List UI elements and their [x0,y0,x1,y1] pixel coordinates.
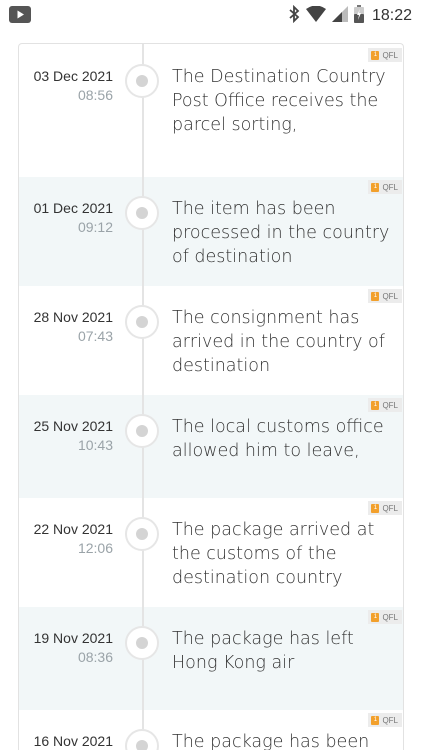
event-time: 08:56 [77,87,113,103]
source-badge: 1 QFL [368,48,402,62]
source-logo-icon: 1 [371,612,380,622]
event-time: 10:43 [77,437,113,453]
timeline-dot [125,196,159,230]
event-time: 07:43 [77,328,113,344]
timeline-dot [125,729,159,750]
event-description: The Destination Country Post Office rece… [172,67,386,135]
event-time: 12:06 [77,540,113,556]
source-badge: 1 QFL [368,501,402,515]
event-date: 16 Nov 2021 [33,733,113,749]
timeline-dot [125,64,159,98]
timeline-entry[interactable]: 1 QFL 22 Nov 2021 12:06 The package arri… [19,498,403,607]
source-logo-icon: 1 [371,291,380,301]
timeline-entry[interactable]: 1 QFL 19 Nov 2021 08:36 The package has … [19,607,403,710]
status-bar: 18:22 [0,0,421,31]
event-time: 09:12 [77,219,113,235]
event-date: 03 Dec 2021 [33,68,113,84]
timeline-dot [125,305,159,339]
timeline-dot [125,626,159,660]
source-badge: 1 QFL [368,610,402,624]
battery-icon [353,5,364,27]
event-description: The package has been [172,732,370,750]
source-badge: 1 QFL [368,180,402,194]
source-badge: 1 QFL [368,289,402,303]
source-badge: 1 QFL [368,713,402,727]
timeline-entry[interactable]: 1 QFL 01 Dec 2021 09:12 The item has bee… [19,177,403,286]
event-description: The item has been processed in the count… [172,199,390,267]
timeline-entry[interactable]: 1 QFL 25 Nov 2021 10:43 The local custom… [19,395,403,498]
timeline-entry[interactable]: 1 QFL 16 Nov 2021 The package has been [19,710,403,750]
cell-signal-icon [331,6,348,26]
event-date: 19 Nov 2021 [33,630,113,646]
event-description: The local customs office allowed him to … [172,417,384,461]
source-logo-icon: 1 [371,503,380,513]
tracking-timeline-card[interactable]: 1 QFL 03 Dec 2021 08:56 The Destination … [18,43,404,750]
event-date: 28 Nov 2021 [33,309,113,325]
event-description: The consignment has arrived in the count… [172,308,385,376]
source-logo-icon: 1 [371,400,380,410]
timeline-dot [125,414,159,448]
source-logo-icon: 1 [371,50,380,60]
timeline-entry[interactable]: 1 QFL 03 Dec 2021 08:56 The Destination … [19,44,403,177]
bluetooth-icon [288,4,300,27]
event-time: 08:36 [77,649,113,665]
play-icon [9,6,31,27]
source-badge: 1 QFL [368,398,402,412]
timeline-entry[interactable]: 1 QFL 28 Nov 2021 07:43 The consignment … [19,286,403,395]
event-description: The package arrived at the customs of th… [172,520,375,588]
status-time: 18:22 [371,7,412,24]
event-date: 22 Nov 2021 [33,521,113,537]
source-logo-icon: 1 [371,182,380,192]
wifi-icon [305,5,326,26]
source-logo-icon: 1 [371,715,380,725]
timeline-dot [125,517,159,551]
event-description: The package has left Hong Kong air [172,629,354,673]
event-date: 01 Dec 2021 [33,200,113,216]
event-date: 25 Nov 2021 [33,418,113,434]
